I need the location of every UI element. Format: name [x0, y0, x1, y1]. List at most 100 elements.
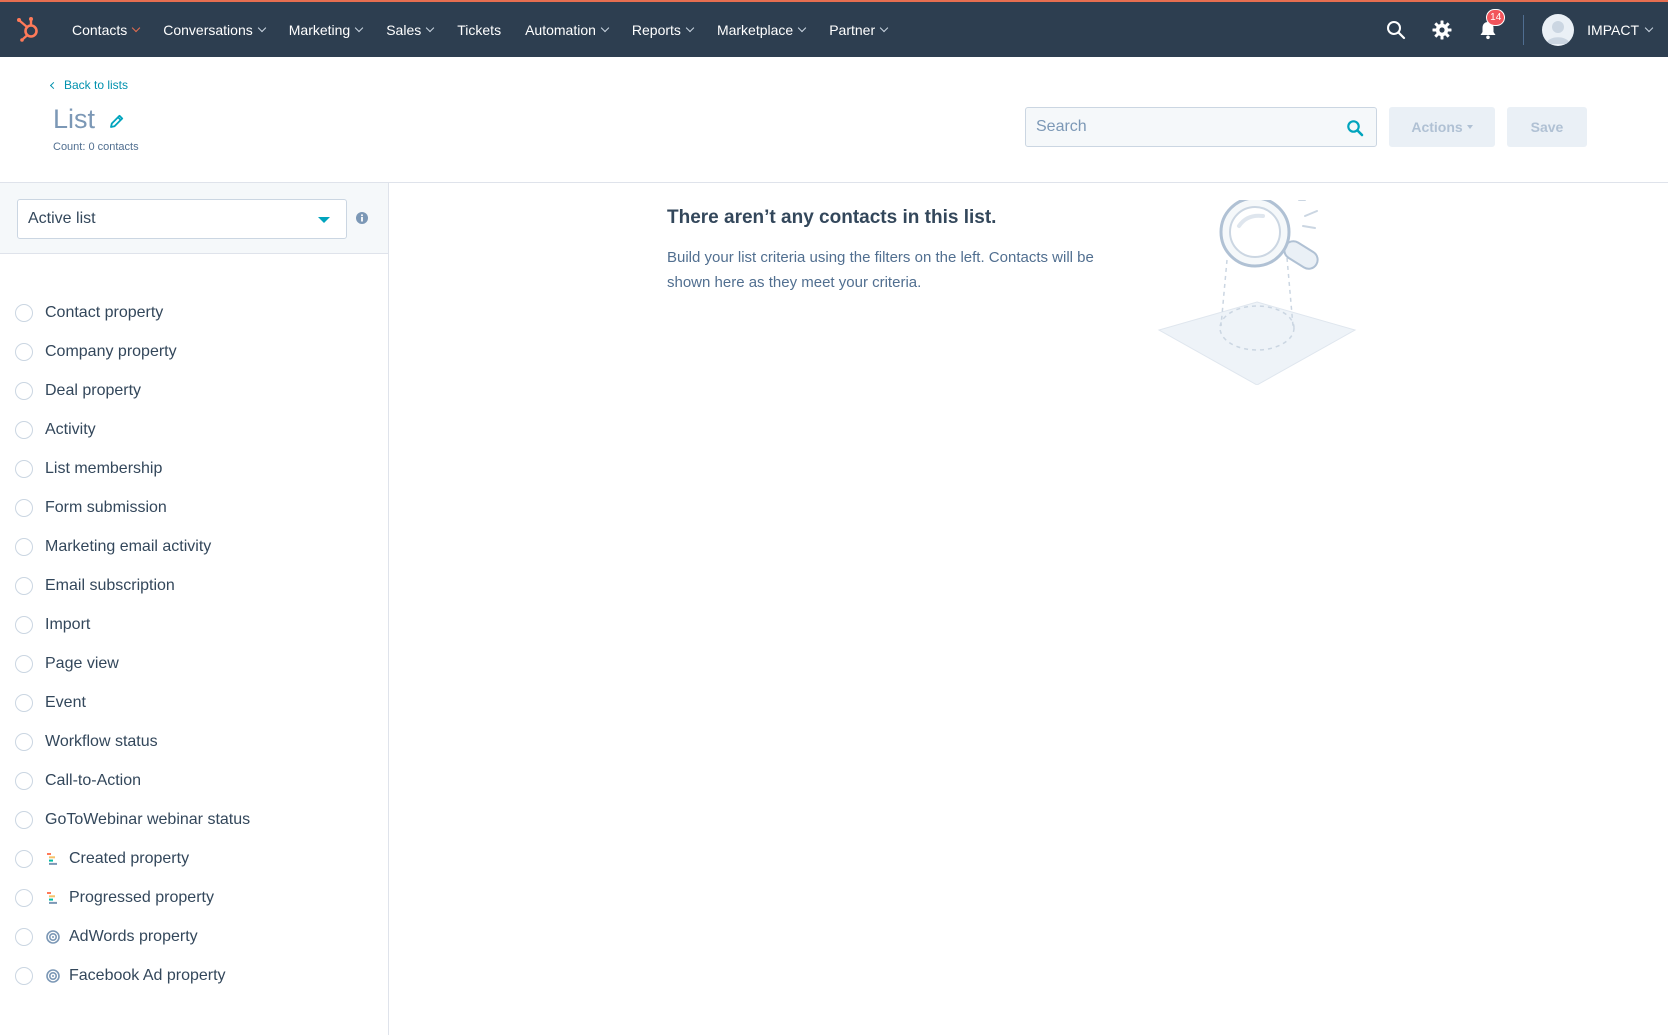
radio-button[interactable] — [15, 849, 33, 868]
nav-item-sales[interactable]: Sales — [376, 22, 443, 38]
filter-option[interactable]: Form submission — [0, 488, 388, 527]
filter-option[interactable]: Email subscription — [0, 566, 388, 605]
filter-option[interactable]: AdWords property — [0, 917, 388, 956]
filter-option[interactable]: List membership — [0, 449, 388, 488]
radio-button[interactable] — [15, 381, 33, 400]
filter-option-label: Email subscription — [45, 576, 175, 594]
radio-button[interactable] — [15, 303, 33, 322]
nav-item-conversations[interactable]: Conversations — [153, 22, 275, 38]
list-type-select[interactable]: Active list — [17, 199, 347, 239]
hubspot-logo-icon[interactable] — [14, 14, 44, 44]
save-button[interactable]: Save — [1507, 107, 1587, 147]
chevron-down-icon — [257, 23, 266, 32]
nav-item-tickets[interactable]: Tickets — [447, 22, 511, 38]
account-menu[interactable]: IMPACT — [1587, 22, 1654, 38]
nav-item-contacts[interactable]: Contacts — [62, 22, 149, 38]
filter-option[interactable]: Created property — [0, 839, 388, 878]
info-icon[interactable] — [356, 211, 368, 229]
notifications-bell-icon[interactable]: 14 — [1476, 8, 1506, 42]
nav-item-label: Reports — [631, 21, 681, 38]
radio-button[interactable] — [15, 693, 33, 712]
filter-option[interactable]: Workflow status — [0, 722, 388, 761]
radio-button[interactable] — [15, 654, 33, 673]
radio-button[interactable] — [15, 342, 33, 361]
filter-option-label: Page view — [45, 654, 119, 672]
nav-item-label: Marketplace — [716, 21, 794, 38]
nav-item-label: Contacts — [72, 21, 128, 38]
radio-button[interactable] — [15, 459, 33, 478]
filter-option-label: Contact property — [45, 303, 164, 321]
list-type-bar: Active list — [0, 183, 388, 254]
filter-option-label: Progressed property — [69, 888, 214, 906]
top-navigation: Contacts Conversations Marketing Sales Ticke… — [0, 0, 1668, 57]
filter-option-label: Deal property — [45, 381, 142, 399]
actions-button[interactable]: Actions — [1389, 107, 1495, 147]
search-box — [1025, 107, 1377, 147]
back-to-lists-link[interactable]: Back to lists — [49, 78, 128, 92]
nav-item-partner[interactable]: Partner — [819, 22, 897, 38]
avatar[interactable] — [1542, 13, 1575, 46]
nav-item-automation[interactable]: Automation — [515, 22, 618, 38]
filter-option-label: GoToWebinar webinar status — [45, 810, 251, 828]
filter-option[interactable]: Import — [0, 605, 388, 644]
radio-button[interactable] — [15, 498, 33, 517]
filter-option[interactable]: Activity — [0, 410, 388, 449]
filter-option[interactable]: Contact property — [0, 293, 388, 332]
chevron-down-icon — [879, 23, 889, 32]
search-input[interactable] — [1026, 108, 1376, 146]
nav-item-label: Sales — [386, 21, 422, 38]
radio-button[interactable] — [15, 732, 33, 751]
radio-button[interactable] — [15, 888, 33, 907]
filter-option[interactable]: GoToWebinar webinar status — [0, 800, 388, 839]
filter-option[interactable]: Facebook Ad property — [0, 956, 388, 995]
filter-option[interactable]: Page view — [0, 644, 388, 683]
radio-button[interactable] — [15, 966, 33, 985]
main-nav: Contacts Conversations Marketing Sales Ticke… — [62, 2, 901, 57]
radio-button[interactable] — [15, 927, 33, 946]
edit-pencil-icon[interactable] — [109, 105, 125, 136]
caret-down-icon — [1466, 125, 1473, 129]
filter-option[interactable]: Call-to-Action — [0, 761, 388, 800]
radio-button[interactable] — [15, 771, 33, 790]
notification-count-badge: 14 — [1486, 8, 1506, 26]
chevron-down-icon — [132, 23, 141, 32]
actions-label: Actions — [1411, 119, 1463, 135]
filter-option-label: Workflow status — [45, 732, 158, 750]
filter-option-label: Event — [45, 693, 86, 711]
radio-button[interactable] — [15, 537, 33, 556]
chevron-down-icon — [797, 23, 807, 32]
target-icon — [45, 968, 61, 984]
nav-item-label: Partner — [829, 21, 876, 38]
bars-icon — [45, 851, 61, 867]
target-icon — [45, 929, 61, 945]
nav-item-reports[interactable]: Reports — [622, 22, 703, 38]
empty-state-title: There aren’t any contacts in this list. — [667, 207, 997, 228]
gear-icon[interactable] — [1430, 18, 1454, 42]
filter-option-label: Call-to-Action — [45, 771, 142, 789]
filter-option[interactable]: Event — [0, 683, 388, 722]
radio-button[interactable] — [15, 576, 33, 595]
nav-item-marketing[interactable]: Marketing — [279, 22, 372, 38]
magnifying-glass-illustration-icon — [1155, 196, 1360, 386]
filter-panel: Active list Contact property Company prop… — [0, 183, 389, 1035]
radio-button[interactable] — [15, 810, 33, 829]
radio-button[interactable] — [15, 420, 33, 439]
nav-item-label: Marketing — [288, 21, 351, 38]
page-title: List — [53, 103, 125, 136]
chevron-left-icon — [49, 81, 58, 89]
search-icon[interactable] — [1384, 18, 1408, 42]
filter-option-label: Company property — [45, 342, 177, 360]
filter-option[interactable]: Marketing email activity — [0, 527, 388, 566]
filter-option[interactable]: Deal property — [0, 371, 388, 410]
filter-option-label: Form submission — [45, 498, 167, 516]
chevron-down-icon — [1644, 23, 1654, 32]
nav-item-marketplace[interactable]: Marketplace — [707, 22, 815, 38]
filter-option[interactable]: Company property — [0, 332, 388, 371]
nav-item-label: Conversations — [163, 21, 253, 38]
radio-button[interactable] — [15, 615, 33, 634]
search-icon[interactable] — [1346, 119, 1364, 142]
filter-option-label: List membership — [45, 459, 163, 477]
nav-divider — [1523, 14, 1525, 45]
filter-option[interactable]: Progressed property — [0, 878, 388, 917]
nav-right: 14 IMPACT — [1373, 2, 1668, 57]
